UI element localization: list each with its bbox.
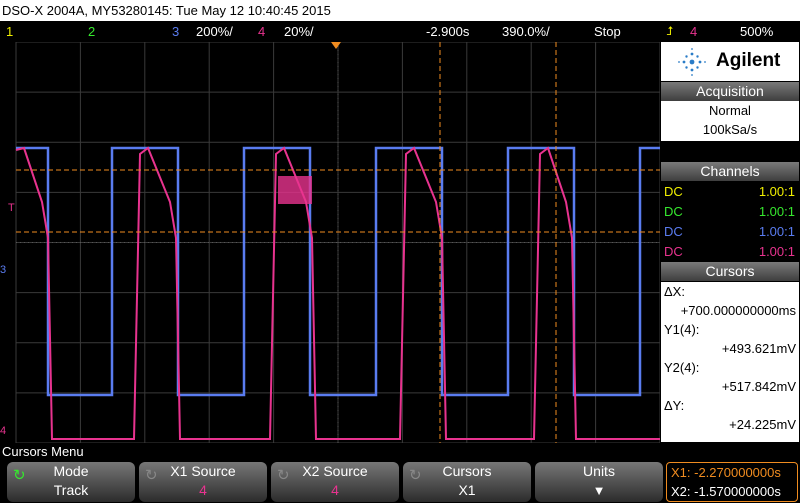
softkey-x1-source[interactable]: ↻ X1 Source 4 bbox=[139, 462, 267, 502]
entry-knob-icon: ↻ bbox=[409, 467, 422, 484]
info-panel: Agilent Acquisition Normal 100kSa/s Chan… bbox=[660, 42, 800, 443]
y1-label: Y1(4): bbox=[664, 322, 700, 337]
arrow-down-icon: ▼ bbox=[592, 483, 606, 498]
softkey-mode-value: Track bbox=[53, 482, 89, 498]
channels-list: DC 1.00:1 DC 1.00:1 DC 1.00:1 DC 1.00:1 bbox=[661, 182, 799, 262]
softkey-units[interactable]: Units ▼ bbox=[535, 462, 663, 502]
softkey-x2-source-value: 4 bbox=[331, 482, 339, 498]
softkey-units-label: Units bbox=[583, 463, 615, 479]
ch3-label[interactable]: 3 bbox=[172, 21, 179, 42]
agilent-spark-logo bbox=[678, 48, 706, 76]
channel-coupling: DC bbox=[664, 184, 683, 199]
x1-readout: X1: -2.270000000s bbox=[671, 465, 781, 480]
acquisition-box: Normal 100kSa/s bbox=[661, 101, 799, 141]
dx-value: +700.000000000ms bbox=[680, 303, 796, 318]
ch4-noise-band bbox=[278, 176, 312, 204]
channel-coupling: DC bbox=[664, 204, 683, 219]
entry-knob-icon: ↻ bbox=[277, 467, 290, 484]
trig-source: 4 bbox=[690, 24, 698, 39]
softkey-x1-source-label: X1 Source bbox=[170, 463, 236, 479]
softkey-x1-source-value: 4 bbox=[199, 482, 207, 498]
softkey-cursors-value: X1 bbox=[458, 482, 476, 498]
channels-header[interactable]: Channels bbox=[661, 162, 799, 181]
window-title: DSO-X 2004A, MY53280145: Tue May 12 10:4… bbox=[0, 0, 800, 21]
y2-value: +517.842mV bbox=[721, 379, 796, 394]
x2-readout: X2: -1.570000000s bbox=[671, 484, 781, 499]
dy-value: +24.225mV bbox=[729, 417, 796, 432]
menu-title: Cursors Menu bbox=[0, 443, 800, 461]
softkey-x2-source[interactable]: ↻ X2 Source 4 bbox=[271, 462, 399, 502]
brand-box: Agilent bbox=[661, 42, 799, 81]
ch4-scale: 20%/ bbox=[284, 24, 314, 39]
run-state[interactable]: Stop bbox=[594, 21, 621, 42]
softkey-cursors-label: Cursors bbox=[442, 463, 492, 479]
trig-level: 500% bbox=[740, 24, 774, 39]
status-bar: 1 2 3 200%/ 4 20%/ -2.900s 390.0%/ Stop … bbox=[0, 21, 800, 42]
ch3-ground-marker: 3 bbox=[0, 264, 7, 276]
dx-label: ΔX: bbox=[664, 284, 685, 299]
acquisition-mode: Normal bbox=[709, 103, 751, 118]
entry-knob-icon: ↻ bbox=[145, 467, 158, 484]
dy-label: ΔY: bbox=[664, 398, 685, 413]
cursor-readout: X1: -2.270000000s X2: -1.570000000s bbox=[666, 462, 798, 502]
timebase: 390.0%/ bbox=[502, 24, 550, 39]
waveform-display[interactable]: T 3 4 bbox=[0, 41, 661, 444]
cursors-box: ΔX: +700.000000000ms Y1(4): +493.621mV Y… bbox=[661, 282, 799, 442]
channel-probe-ratio: 1.00:1 bbox=[758, 204, 795, 219]
acquisition-rate: 100kSa/s bbox=[702, 122, 758, 137]
channel-probe-ratio: 1.00:1 bbox=[758, 184, 795, 199]
softkey-cursors[interactable]: ↻ Cursors X1 bbox=[403, 462, 531, 502]
channel-probe-ratio: 1.00:1 bbox=[758, 224, 795, 239]
channel-coupling: DC bbox=[664, 224, 683, 239]
y1-value: +493.621mV bbox=[721, 341, 796, 356]
ch1-label[interactable]: 1 bbox=[6, 21, 13, 42]
trigger-level-marker: T bbox=[8, 202, 15, 214]
channel-row-4: DC 1.00:1 bbox=[661, 242, 799, 262]
brand-name: Agilent bbox=[716, 50, 781, 71]
trigger-edge-icon: ⮥ bbox=[666, 24, 674, 38]
ch4-label[interactable]: 4 bbox=[258, 21, 265, 42]
graticule bbox=[15, 41, 661, 444]
channel-row-1: DC 1.00:1 bbox=[661, 182, 799, 202]
ch2-label[interactable]: 2 bbox=[88, 21, 95, 42]
acquisition-header[interactable]: Acquisition bbox=[661, 82, 799, 101]
ch3-scale: 200%/ bbox=[196, 24, 233, 39]
softkey-mode[interactable]: ↻ Mode Track bbox=[7, 462, 135, 502]
trigger-time: -2.900s bbox=[426, 24, 470, 39]
channel-probe-ratio: 1.00:1 bbox=[758, 244, 795, 259]
softkey-x2-source-label: X2 Source bbox=[302, 463, 368, 479]
channel-row-2: DC 1.00:1 bbox=[661, 202, 799, 222]
entry-knob-icon: ↻ bbox=[13, 467, 26, 484]
y2-label: Y2(4): bbox=[664, 360, 700, 375]
channel-row-3: DC 1.00:1 bbox=[661, 222, 799, 242]
ch4-ground-marker: 4 bbox=[0, 425, 7, 437]
trigger-position-marker bbox=[331, 42, 341, 49]
cursors-header[interactable]: Cursors bbox=[661, 262, 799, 281]
channel-coupling: DC bbox=[664, 244, 683, 259]
softkey-mode-label: Mode bbox=[53, 463, 89, 479]
